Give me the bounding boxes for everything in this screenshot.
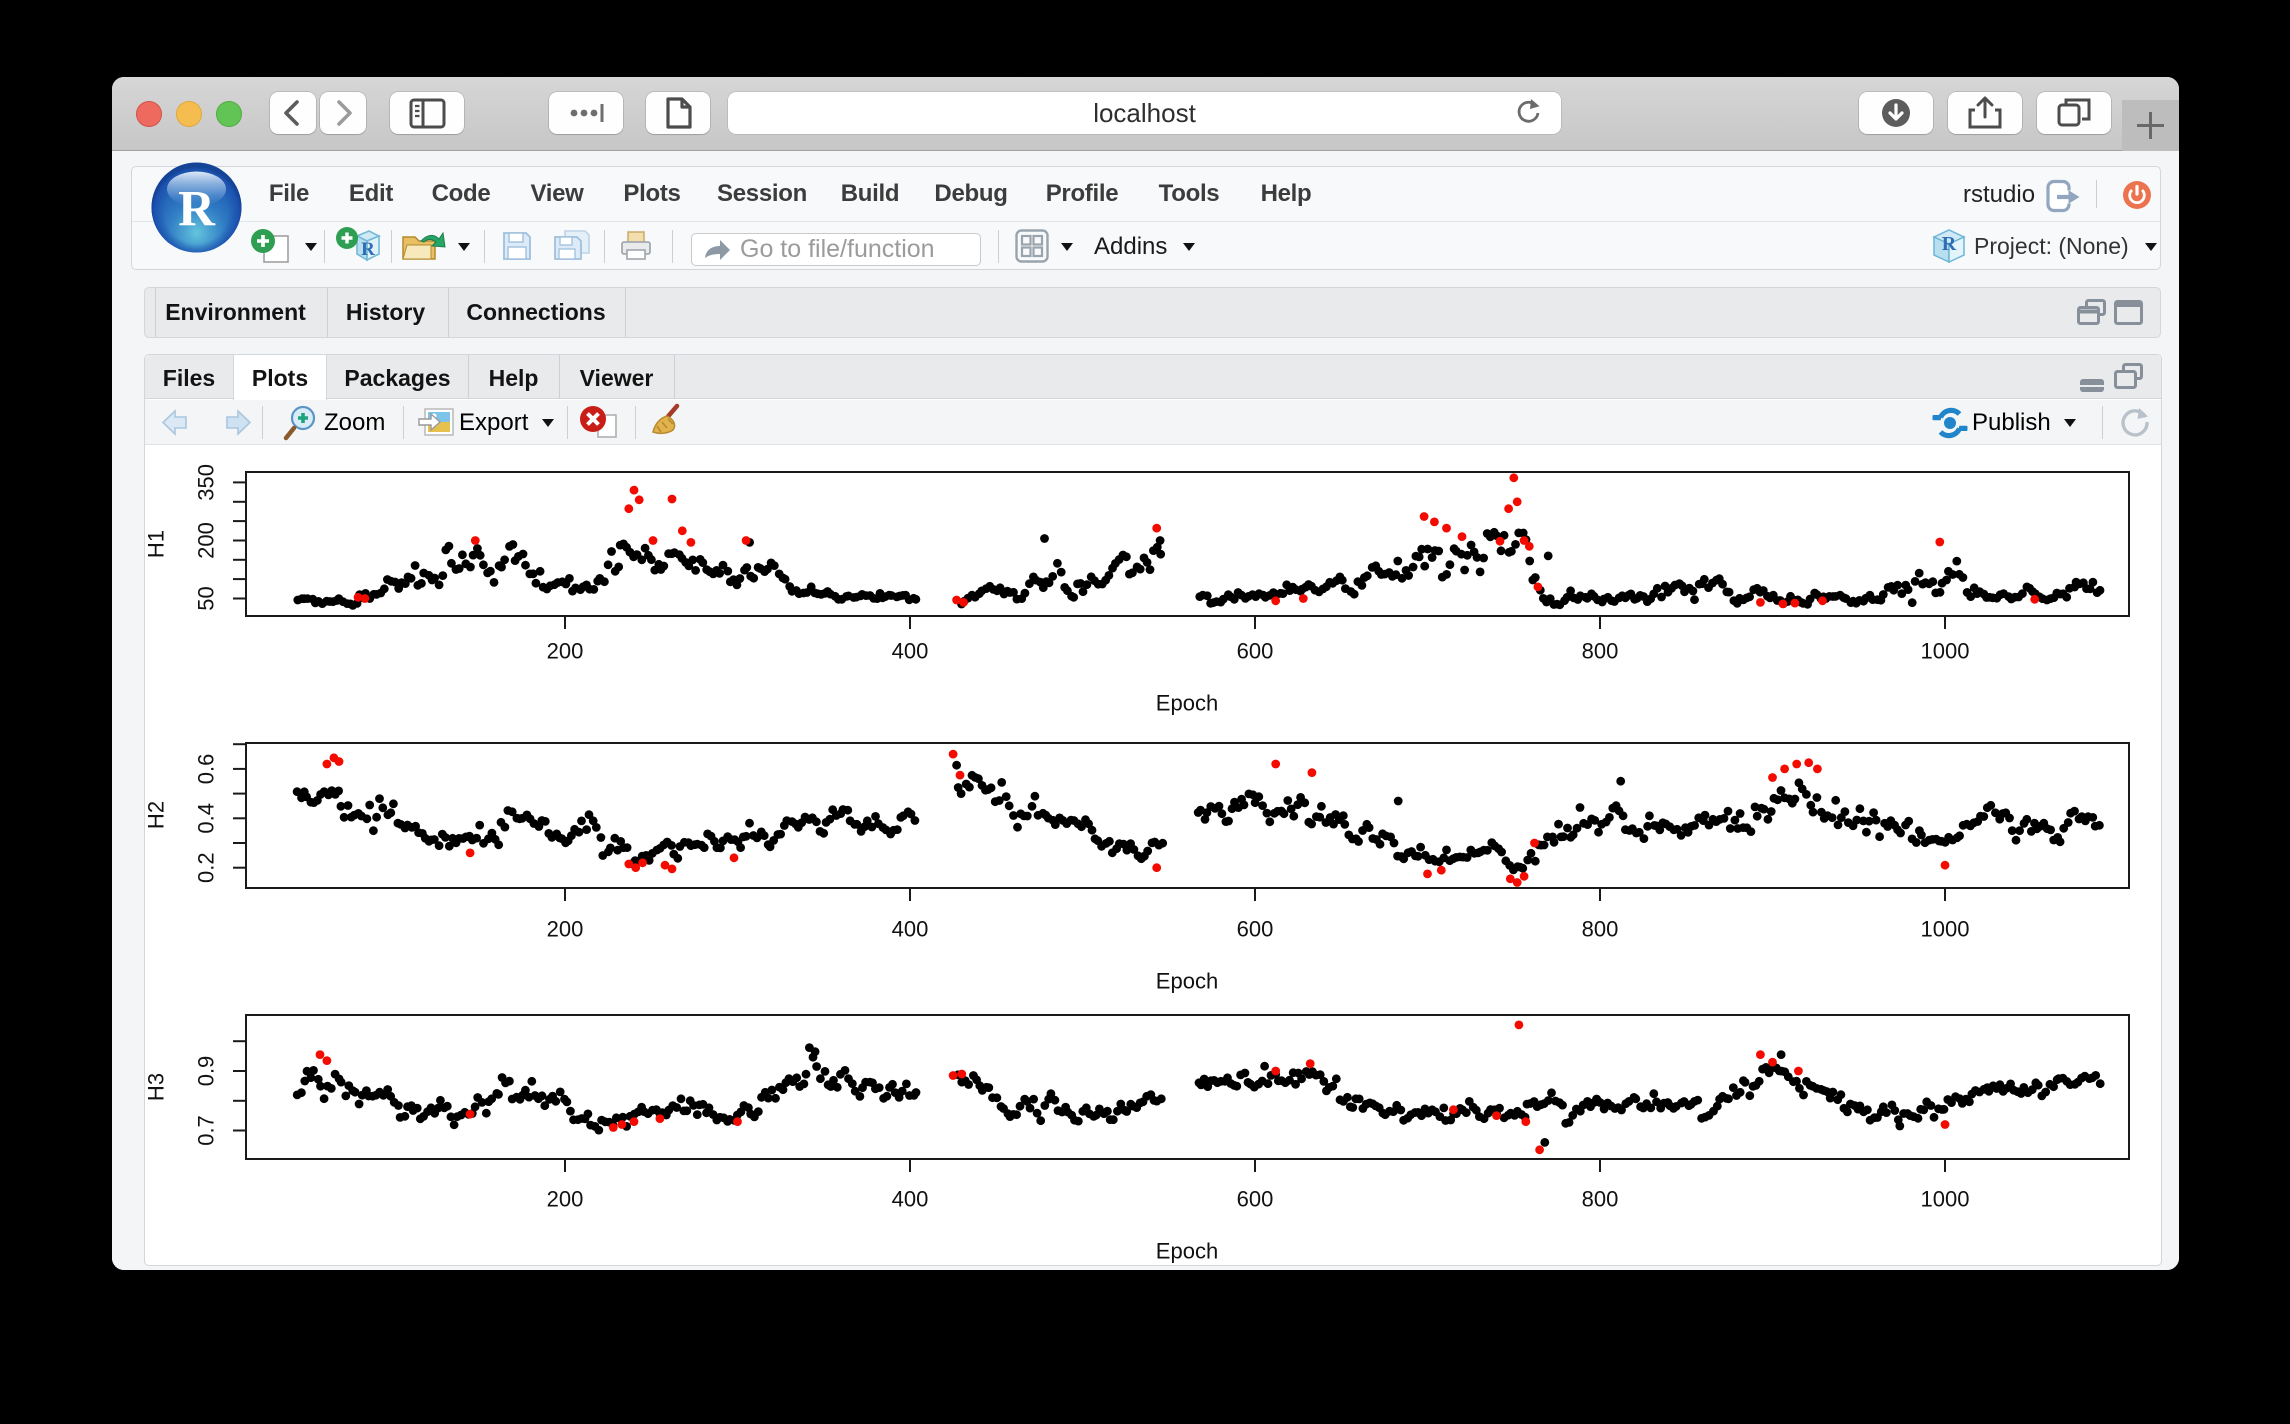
svg-text:1000: 1000 — [1921, 917, 1970, 942]
svg-text:200: 200 — [547, 1187, 584, 1212]
svg-text:400: 400 — [892, 639, 929, 664]
svg-text:800: 800 — [1582, 639, 1619, 664]
svg-text:600: 600 — [1237, 639, 1274, 664]
svg-text:200: 200 — [194, 522, 219, 559]
svg-text:H1: H1 — [145, 530, 169, 558]
svg-text:0.7: 0.7 — [194, 1115, 219, 1146]
svg-text:50: 50 — [194, 586, 219, 610]
svg-text:0.9: 0.9 — [194, 1056, 219, 1087]
svg-text:800: 800 — [1582, 917, 1619, 942]
svg-text:R: R — [1942, 233, 1957, 255]
svg-text:Epoch: Epoch — [1156, 691, 1218, 716]
svg-text:R: R — [178, 182, 216, 238]
svg-text:Epoch: Epoch — [1156, 1239, 1218, 1264]
svg-text:0.6: 0.6 — [194, 754, 219, 785]
svg-text:0.2: 0.2 — [194, 852, 219, 883]
svg-text:H2: H2 — [145, 801, 169, 829]
svg-text:200: 200 — [547, 639, 584, 664]
svg-text:600: 600 — [1237, 917, 1274, 942]
svg-text:1000: 1000 — [1921, 1187, 1970, 1212]
svg-text:Epoch: Epoch — [1156, 969, 1218, 994]
svg-text:0.4: 0.4 — [194, 803, 219, 834]
svg-text:R: R — [361, 239, 375, 260]
svg-text:350: 350 — [194, 464, 219, 501]
svg-text:800: 800 — [1582, 1187, 1619, 1212]
svg-text:200: 200 — [547, 917, 584, 942]
svg-text:400: 400 — [892, 1187, 929, 1212]
svg-text:600: 600 — [1237, 1187, 1274, 1212]
svg-text:1000: 1000 — [1921, 639, 1970, 664]
svg-text:400: 400 — [892, 917, 929, 942]
svg-text:H3: H3 — [145, 1073, 169, 1101]
